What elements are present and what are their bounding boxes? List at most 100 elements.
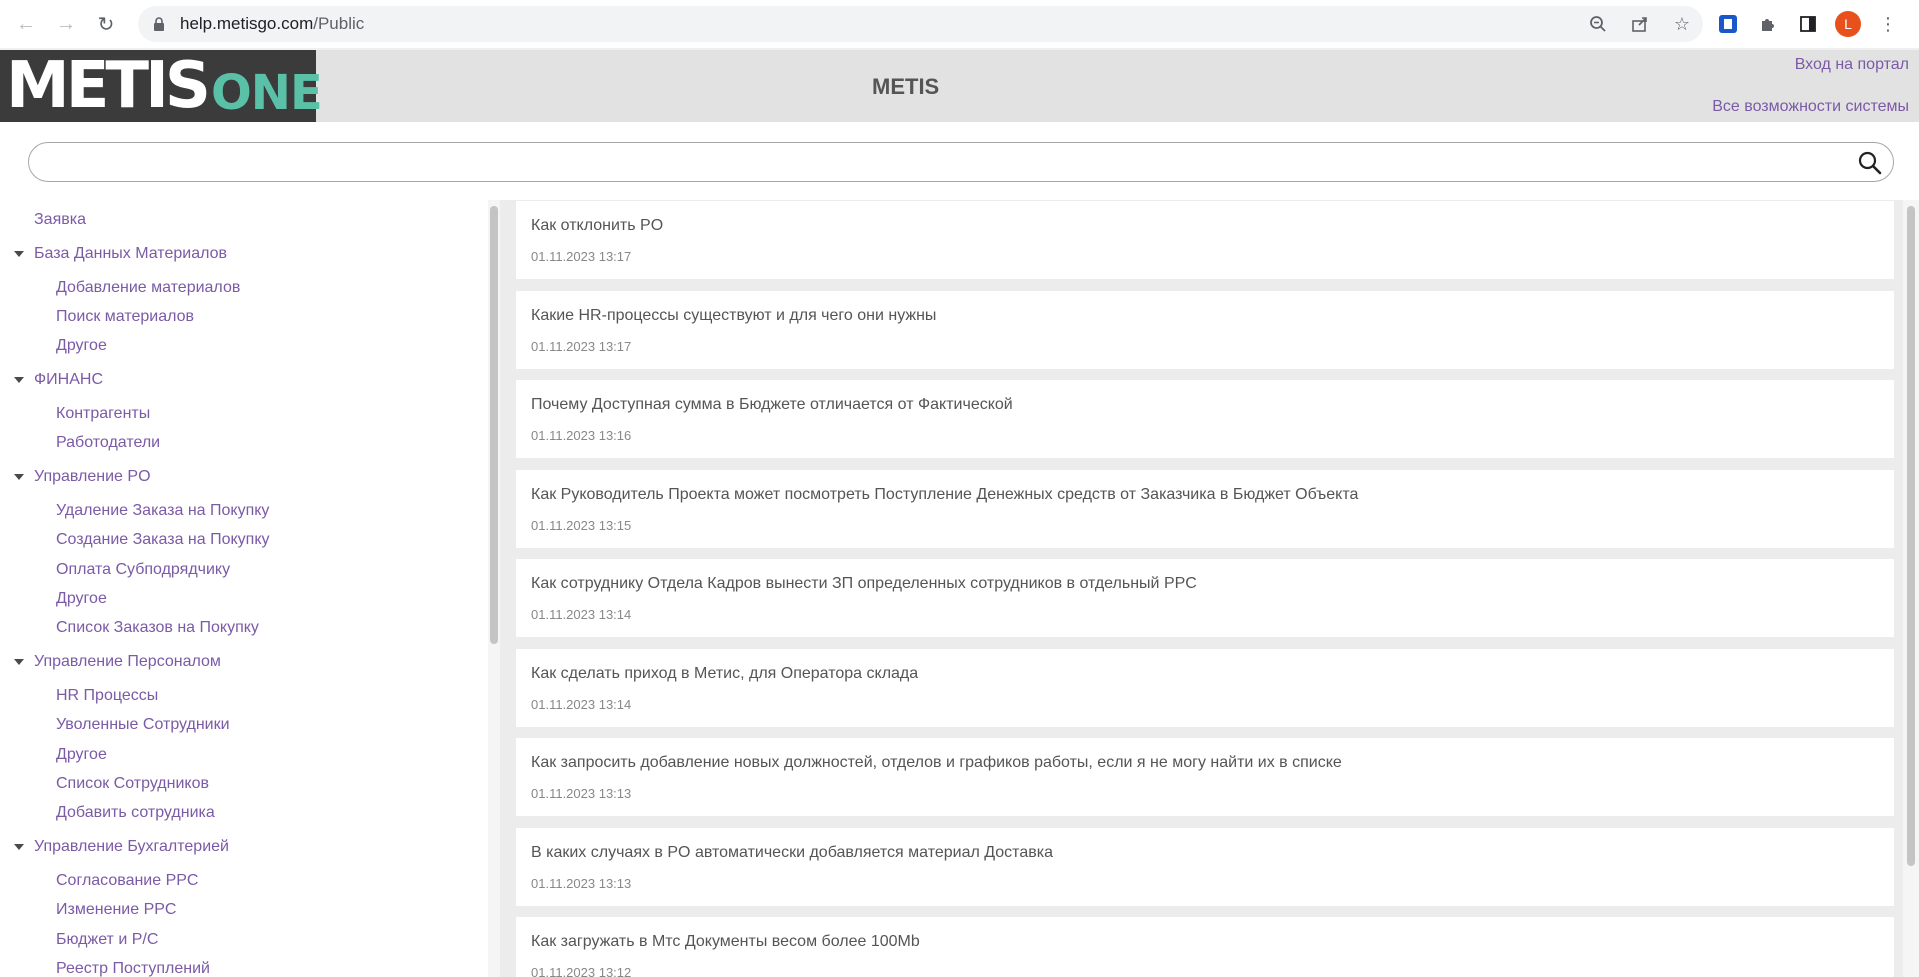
- article-card[interactable]: Как сделать приход в Метис, для Оператор…: [516, 648, 1894, 727]
- sidebar-item-label: Управление Бухгалтерией: [34, 838, 229, 855]
- article-card[interactable]: Почему Доступная сумма в Бюджете отличае…: [516, 380, 1894, 458]
- sidebar-item[interactable]: Уволенные Сотрудники: [56, 713, 230, 737]
- sidebar-item[interactable]: Поиск материалов: [56, 305, 194, 329]
- profile-avatar[interactable]: L: [1835, 11, 1861, 37]
- article-title[interactable]: Почему Доступная сумма в Бюджете отличае…: [531, 396, 1013, 414]
- search-input[interactable]: [28, 142, 1894, 182]
- url-host: help.metisgo.com: [180, 14, 314, 33]
- sidebar-item-label: Оплата Субподрядчику: [56, 561, 231, 578]
- article-card[interactable]: Какие HR-процессы существуют и для чего …: [516, 290, 1894, 369]
- logo-main-text: METIS: [6, 49, 211, 123]
- sidebar-item-label: Создание Заказа на Покупку: [56, 531, 270, 548]
- metis-one-logo[interactable]: METIS ONE: [0, 49, 323, 123]
- sidebar-item-label: Реестр Поступлений: [56, 960, 210, 977]
- article-date: 01.11.2023 13:14: [531, 607, 632, 622]
- sidebar-scrollbar-thumb[interactable]: [490, 206, 498, 644]
- sidebar-category[interactable]: Управление Бухгалтерией: [14, 835, 229, 859]
- article-title[interactable]: Как запросить добавление новых должносте…: [531, 754, 1342, 772]
- sidebar-item[interactable]: Изменение PPC: [56, 898, 176, 922]
- all-features-link[interactable]: Все возможности системы: [1712, 98, 1909, 116]
- extension-icon[interactable]: [1715, 11, 1741, 37]
- sidebar-item-label: Согласование PPC: [56, 872, 199, 889]
- article-title[interactable]: Как Руководитель Проекта может посмотрет…: [531, 486, 1358, 504]
- caret-down-icon[interactable]: [14, 474, 24, 480]
- sidebar-item[interactable]: Согласование PPC: [56, 869, 198, 893]
- bookmark-star-icon[interactable]: ☆: [1671, 13, 1693, 35]
- article-title[interactable]: В каких случаях в PO автоматически добав…: [531, 844, 1053, 862]
- sidebar-item[interactable]: HR Процессы: [56, 684, 158, 708]
- article-card[interactable]: Как сотруднику Отдела Кадров вынести ЗП …: [516, 559, 1894, 637]
- sidebar-category[interactable]: Управление Персоналом: [14, 650, 221, 674]
- side-panel-icon[interactable]: [1795, 11, 1821, 37]
- sidebar-item[interactable]: Другое: [56, 334, 107, 358]
- address-bar[interactable]: help.metisgo.com/Public ☆: [138, 6, 1703, 42]
- article-date: 01.11.2023 13:15: [531, 517, 632, 533]
- sidebar-item-label: Другое: [56, 590, 107, 607]
- sidebar-item-label: HR Процессы: [56, 687, 159, 704]
- article-card[interactable]: Как Руководитель Проекта может посмотрет…: [516, 469, 1894, 548]
- back-icon[interactable]: ←: [12, 10, 40, 38]
- article-date: 01.11.2023 13:13: [531, 786, 632, 801]
- sidebar-item-label: Заявка: [34, 211, 86, 228]
- article-title[interactable]: Как отклонить PO: [531, 217, 663, 235]
- sidebar-item[interactable]: Список Заказов на Покупку: [56, 616, 259, 640]
- article-title[interactable]: Как сотруднику Отдела Кадров вынести ЗП …: [531, 575, 1197, 593]
- caret-down-icon[interactable]: [14, 844, 24, 850]
- sidebar-item[interactable]: Другое: [56, 587, 107, 611]
- sidebar-item[interactable]: Добавить сотрудника: [56, 801, 215, 825]
- article-card[interactable]: Как загружать в Мтс Документы весом боле…: [516, 917, 1894, 977]
- menu-kebab-icon[interactable]: ⋮: [1875, 11, 1901, 37]
- article-title[interactable]: Какие HR-процессы существуют и для чего …: [531, 307, 936, 325]
- sidebar-item-label: Список Сотрудников: [56, 775, 209, 792]
- article-date: 01.11.2023 13:13: [531, 875, 632, 891]
- reload-icon[interactable]: ↻: [92, 10, 120, 38]
- sidebar-item[interactable]: Контрагенты: [56, 402, 150, 426]
- sidebar-item[interactable]: Другое: [56, 743, 107, 767]
- sidebar-item[interactable]: Создание Заказа на Покупку: [56, 528, 270, 552]
- share-icon[interactable]: [1629, 13, 1651, 35]
- sidebar-item[interactable]: Работодатели: [56, 431, 160, 455]
- url-path: /Public: [313, 14, 365, 33]
- article-date: 01.11.2023 13:17: [531, 249, 632, 264]
- sidebar-item[interactable]: Добавление материалов: [56, 276, 240, 300]
- sidebar-item-label: Изменение PPC: [56, 901, 177, 918]
- article-card[interactable]: Как запросить добавление новых должносте…: [516, 738, 1894, 816]
- content-scrollbar-thumb[interactable]: [1907, 206, 1915, 866]
- sidebar-item[interactable]: Список Сотрудников: [56, 772, 209, 796]
- sidebar-item-label: Список Заказов на Покупку: [56, 619, 259, 636]
- article-card[interactable]: В каких случаях в PO автоматически добав…: [516, 827, 1894, 906]
- url-text[interactable]: help.metisgo.com/Public: [180, 14, 364, 34]
- site-header: METIS ONE METIS Вход на портал Все возмо…: [0, 50, 1919, 122]
- article-title[interactable]: Как сделать приход в Метис, для Оператор…: [531, 665, 918, 683]
- logo-sub-text: ONE: [210, 65, 323, 121]
- sidebar-category[interactable]: Управление PO: [14, 465, 151, 489]
- sidebar-item[interactable]: Удаление Заказа на Покупку: [56, 499, 269, 523]
- browser-toolbar: ← → ↻ help.metisgo.com/Public ☆ L ⋮: [0, 0, 1919, 48]
- sidebar-item[interactable]: Бюджет и P/C: [56, 928, 158, 952]
- article-card[interactable]: Как отклонить PO 01.11.2023 13:17: [516, 201, 1894, 279]
- forward-icon[interactable]: →: [52, 10, 80, 38]
- sidebar-category-tree: Заявка База Данных Материалов Добавление м…: [0, 200, 500, 977]
- sidebar-item-label: Уволенные Сотрудники: [56, 716, 230, 733]
- search-icon[interactable]: [1857, 150, 1883, 176]
- puzzle-icon[interactable]: [1755, 11, 1781, 37]
- sidebar-item[interactable]: Реестр Поступлений: [56, 957, 210, 977]
- sidebar-item[interactable]: Заявка: [34, 208, 86, 232]
- zoom-icon[interactable]: [1587, 13, 1609, 35]
- sidebar-item-label: Работодатели: [56, 434, 161, 451]
- sidebar-category[interactable]: База Данных Материалов: [14, 242, 227, 266]
- article-title[interactable]: Как загружать в Мтс Документы весом боле…: [531, 933, 920, 951]
- caret-down-icon[interactable]: [14, 377, 24, 383]
- lock-icon: [152, 16, 166, 32]
- sidebar-item-label: Добавить сотрудника: [56, 804, 215, 821]
- page-title: METIS: [872, 74, 940, 99]
- portal-login-link[interactable]: Вход на портал: [1795, 56, 1909, 74]
- caret-down-icon[interactable]: [14, 659, 24, 665]
- caret-down-icon[interactable]: [14, 251, 24, 257]
- sidebar-item-label: Поиск материалов: [56, 308, 195, 325]
- article-date: 01.11.2023 13:17: [531, 338, 632, 354]
- sidebar-item-label: ФИНАНС: [34, 371, 103, 388]
- sidebar-category[interactable]: ФИНАНС: [14, 368, 103, 392]
- sidebar-item[interactable]: Оплата Субподрядчику: [56, 558, 230, 582]
- sidebar-item-label: Бюджет и P/C: [56, 931, 159, 948]
